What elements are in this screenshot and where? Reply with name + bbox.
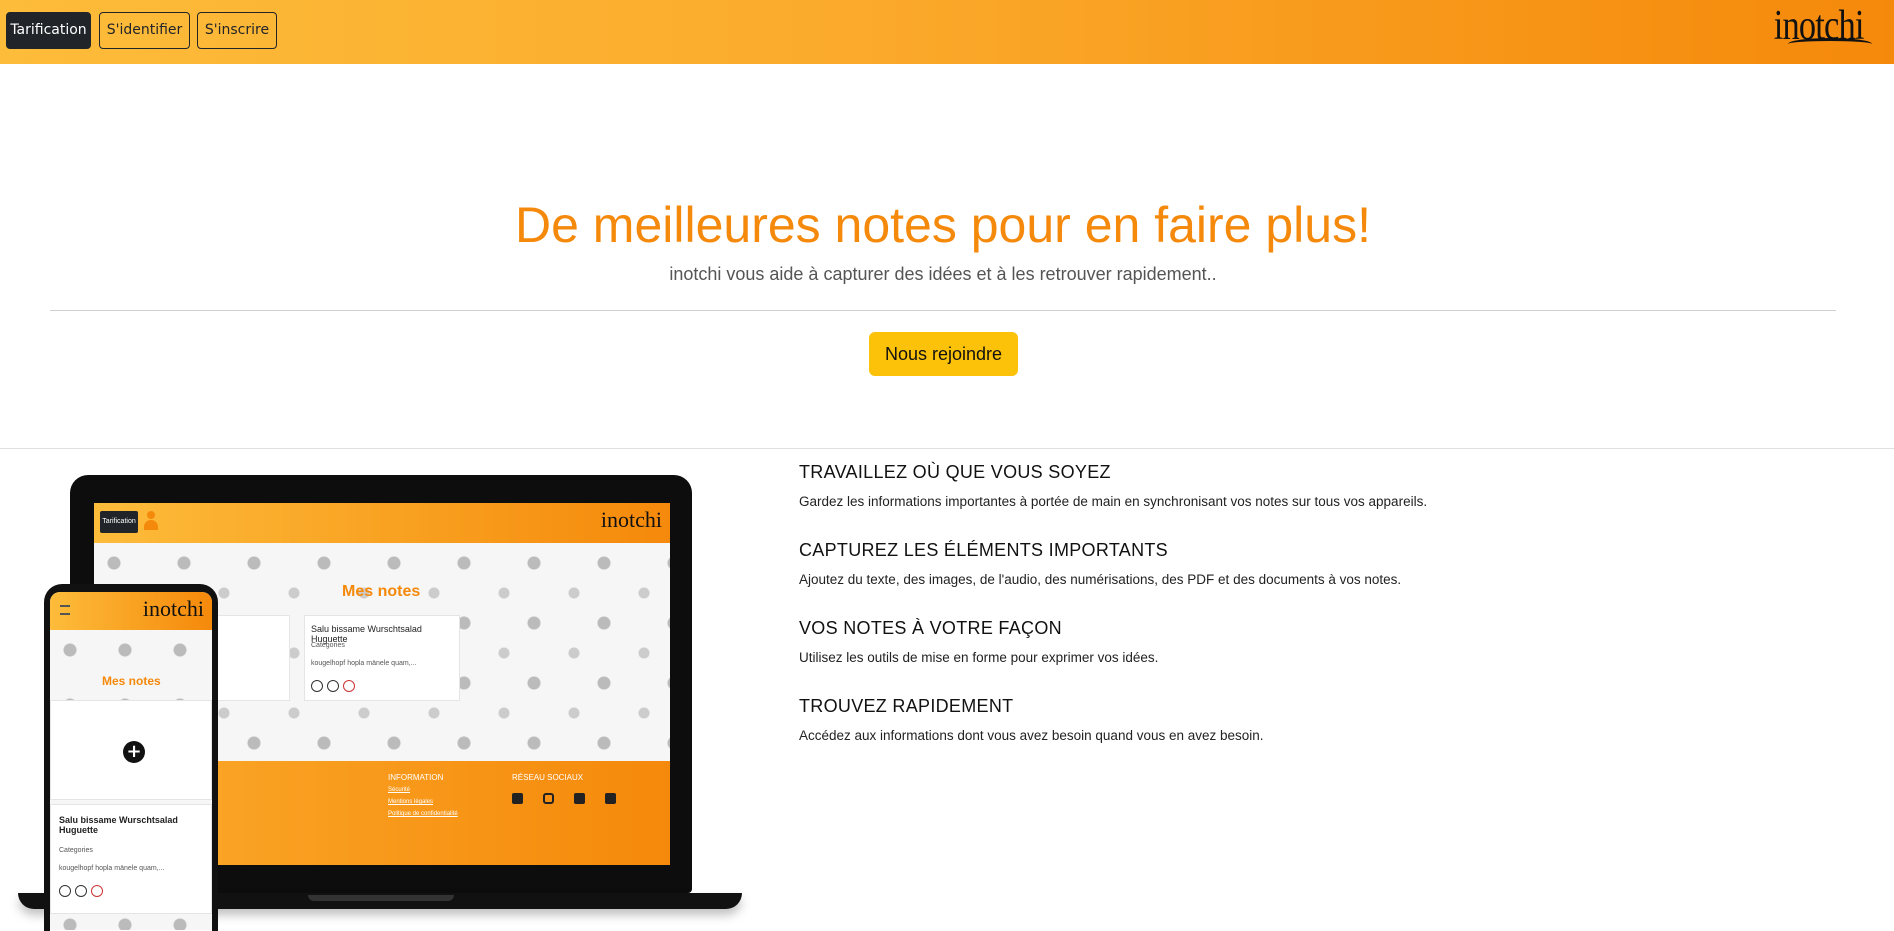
join-button[interactable]: Nous rejoindre [869, 332, 1018, 376]
view-icon [311, 680, 323, 692]
footer-link: Sécurité [388, 787, 411, 793]
feature-text: Ajoutez du texte, des images, de l'audio… [799, 572, 1402, 587]
footer-link: Mentions légales [388, 799, 434, 805]
phone-notes-heading: Mes notes [102, 674, 161, 688]
phone-card-title: Salu bissame Wurschtsalad Huguette [59, 815, 178, 835]
phone-mockup: inotchi Mes notes + Salu bissame Wurscht… [44, 584, 218, 931]
signup-button[interactable]: S'inscrire [197, 12, 277, 49]
feature-text: Accédez aux informations dont vous avez … [799, 728, 1264, 743]
phone-add-card: + [50, 700, 212, 800]
laptop-logo: inotchi [600, 507, 662, 532]
phone-note-card: Salu bissame Wurschtsalad Huguette Categ… [50, 804, 212, 914]
phone-card-excerpt: kougelhopf hopla mänele quam,... [59, 865, 165, 872]
feature-title: VOS NOTES À VOTRE FAÇON [799, 618, 1062, 638]
instagram-icon [543, 793, 554, 804]
login-button[interactable]: S'identifier [99, 12, 190, 49]
top-navbar: Tarification S'identifier S'inscrire ino… [0, 0, 1894, 64]
feature-title: TRAVAILLEZ OÙ QUE VOUS SOYEZ [799, 462, 1111, 482]
laptop-add-card [206, 615, 290, 701]
footer-link: Politique de confidentialité [388, 811, 458, 817]
footer-info-heading: INFORMATION [388, 773, 444, 782]
laptop-notch [308, 895, 454, 901]
add-note-icon: + [123, 741, 145, 763]
feature-text: Gardez les informations importantes à po… [799, 494, 1428, 509]
feature-title: CAPTUREZ LES ÉLÉMENTS IMPORTANTS [799, 540, 1168, 560]
logo-swoosh [1788, 38, 1872, 50]
feature-title: TROUVEZ RAPIDEMENT [799, 696, 1014, 716]
section-divider [0, 448, 1894, 449]
edit-icon [75, 885, 87, 897]
user-icon [144, 511, 158, 531]
twitter-icon [574, 793, 585, 804]
feature-text: Utilisez les outils de mise en forme pou… [799, 650, 1159, 665]
linkedin-icon [605, 793, 616, 804]
phone-logo: inotchi [142, 596, 204, 621]
hero-subtitle: inotchi vous aide à capturer des idées e… [669, 264, 1217, 284]
delete-icon [343, 680, 355, 692]
phone-card-category: Categories [59, 847, 93, 854]
laptop-pricing-button: Tarification [100, 511, 138, 533]
laptop-screen-navbar: Tarification inotchi [94, 503, 670, 543]
facebook-icon [512, 793, 523, 804]
delete-icon [91, 885, 103, 897]
hero-title: De meilleures notes pour en faire plus! [514, 197, 1371, 253]
laptop-notes-heading: Mes notes [342, 583, 421, 600]
laptop-card-excerpt: kougelhopf hopla mänele quam,... [311, 660, 417, 667]
phone-screen: inotchi Mes notes + Salu bissame Wurscht… [50, 592, 212, 931]
laptop-card-title: Salu bissame Wurschtsalad Huguette [311, 624, 422, 644]
footer-social-heading: RÉSEAU SOCIAUX [512, 773, 584, 782]
pricing-button[interactable]: Tarification [6, 12, 91, 49]
phone-screen-navbar: inotchi [50, 592, 212, 630]
hamburger-menu-icon [60, 605, 70, 615]
view-icon [59, 885, 71, 897]
hero-divider [50, 310, 1836, 311]
laptop-note-card: Salu bissame Wurschtsalad Huguette Categ… [304, 615, 460, 701]
edit-icon [327, 680, 339, 692]
laptop-card-category: Categories [311, 642, 345, 649]
